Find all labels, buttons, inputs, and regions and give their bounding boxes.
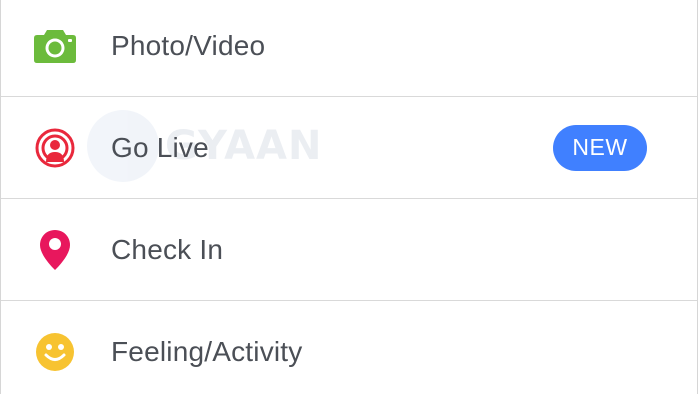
new-badge: NEW xyxy=(553,124,647,171)
menu-item-label: Photo/Video xyxy=(111,29,266,61)
smiley-face-icon xyxy=(33,330,77,374)
camera-icon xyxy=(33,24,77,68)
menu-item-feeling-activity[interactable]: Feeling/Activity xyxy=(1,301,697,403)
menu-item-check-in[interactable]: Check In xyxy=(1,199,697,301)
menu-item-go-live[interactable]: Go Live NEW xyxy=(1,97,697,199)
menu-item-label: Feeling/Activity xyxy=(111,336,303,367)
live-broadcast-icon xyxy=(33,126,77,170)
menu-item-label: Check In xyxy=(111,233,224,265)
composer-options-menu: GYAAN Photo/Video Go Live NEW Check In F… xyxy=(0,0,698,394)
menu-item-photo-video[interactable]: Photo/Video xyxy=(1,0,697,97)
location-pin-icon xyxy=(33,228,77,272)
menu-item-label: Go Live xyxy=(111,131,209,163)
